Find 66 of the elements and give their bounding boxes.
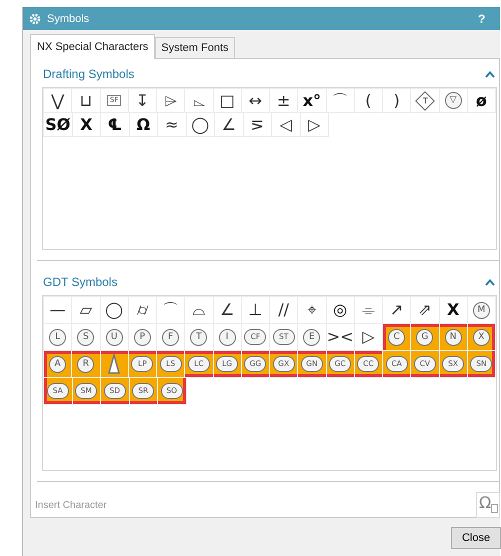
symbol-cell[interactable]: P xyxy=(128,324,156,350)
symbol-cell[interactable]: T xyxy=(185,324,212,350)
symbol-cell[interactable]: ◯ xyxy=(186,113,214,136)
symbol-cell[interactable]: I xyxy=(214,324,241,350)
symbol-cell[interactable]: U xyxy=(100,324,128,350)
symbol-cell[interactable]: ◯ xyxy=(100,297,128,323)
insert-character-label: Insert Character xyxy=(35,500,107,510)
symbol-cell[interactable]: □ xyxy=(214,89,241,112)
symbol-cell[interactable]: R xyxy=(72,351,100,377)
symbol-cell[interactable]: ℄ xyxy=(101,113,128,136)
symbol-cell[interactable]: ∠ xyxy=(215,113,242,136)
symbol-cell[interactable]: L xyxy=(44,324,72,350)
symbol-cell[interactable]: ⌭ xyxy=(128,297,156,323)
symbol-cell[interactable]: SØ xyxy=(44,113,72,136)
symbol-cell[interactable]: ≈ xyxy=(158,113,186,136)
symbol-cell[interactable]: ◎ xyxy=(326,297,354,323)
symbol-cell[interactable]: ⌒ xyxy=(157,297,184,323)
symbol-cell[interactable]: G xyxy=(411,324,438,350)
symbol-cell[interactable]: ( xyxy=(354,89,382,112)
symbol-cell[interactable]: — xyxy=(44,297,72,323)
symbol-cell[interactable]: F xyxy=(157,324,184,350)
symbol-cell[interactable]: ◁ xyxy=(272,113,300,136)
symbol-cell[interactable]: ⌯ xyxy=(354,297,382,323)
symbol-cell[interactable]: Ω xyxy=(130,113,157,136)
symbol-cell[interactable]: X xyxy=(440,297,467,323)
symbol-cell[interactable]: ⊥ xyxy=(242,297,269,323)
symbol-cell[interactable]: ∠ xyxy=(214,297,241,323)
symbol-cell[interactable]: ▱ xyxy=(72,297,100,323)
symbol-cell[interactable]: M xyxy=(468,297,495,323)
symbol-cell[interactable]: X xyxy=(72,113,100,136)
symbol-cell[interactable]: ⌖ xyxy=(298,297,326,323)
symbol-cell[interactable]: ⌒ xyxy=(326,89,354,112)
symbol-cell[interactable]: E xyxy=(298,324,326,350)
symbol-cell[interactable]: A xyxy=(44,351,72,377)
caret-icon[interactable] xyxy=(485,278,495,286)
gear-icon xyxy=(29,12,41,24)
insert-character-button[interactable]: Ω xyxy=(476,492,500,518)
symbol-cell[interactable]: ø xyxy=(468,89,495,112)
symbol-cell[interactable]: // xyxy=(270,297,298,323)
symbol-cell[interactable]: ⋝ xyxy=(244,113,271,136)
symbol-cell[interactable]: S xyxy=(72,324,100,350)
symbol-cell[interactable]: >< xyxy=(326,324,354,350)
symbol-cell[interactable]: ⌓ xyxy=(185,297,212,323)
symbol-cell[interactable]: ⋁ xyxy=(44,89,72,112)
symbol-cell[interactable]: ▷ xyxy=(354,324,382,350)
window-title: Symbols xyxy=(47,12,90,24)
symbol-cell[interactable]: C xyxy=(383,324,410,350)
symbol-cell[interactable]: ⇗ xyxy=(411,297,438,323)
section-title: GDT Symbols xyxy=(43,275,118,289)
symbol-cell[interactable] xyxy=(100,351,128,377)
symbol-cell[interactable]: ) xyxy=(383,89,410,112)
symbol-cell[interactable]: ⌲ xyxy=(157,89,184,112)
document-icon xyxy=(491,504,498,513)
symbol-cell[interactable]: X xyxy=(468,324,495,350)
symbol-cell[interactable]: ↗ xyxy=(383,297,410,323)
section-title: Drafting Symbols xyxy=(43,67,134,81)
symbol-cell[interactable]: T xyxy=(411,89,438,112)
caret-icon[interactable] xyxy=(485,70,495,78)
triangle-icon xyxy=(108,354,120,374)
symbol-cell[interactable]: ▷ xyxy=(300,113,328,136)
close-button[interactable]: Close xyxy=(451,527,501,549)
symbol-cell[interactable]: ▽ xyxy=(440,89,467,112)
symbol-cell[interactable]: ± xyxy=(270,89,298,112)
tab[interactable]: NX Special Characters xyxy=(30,34,156,59)
tab[interactable]: System Fonts xyxy=(155,37,235,58)
symbol-cell[interactable]: N xyxy=(440,324,467,350)
